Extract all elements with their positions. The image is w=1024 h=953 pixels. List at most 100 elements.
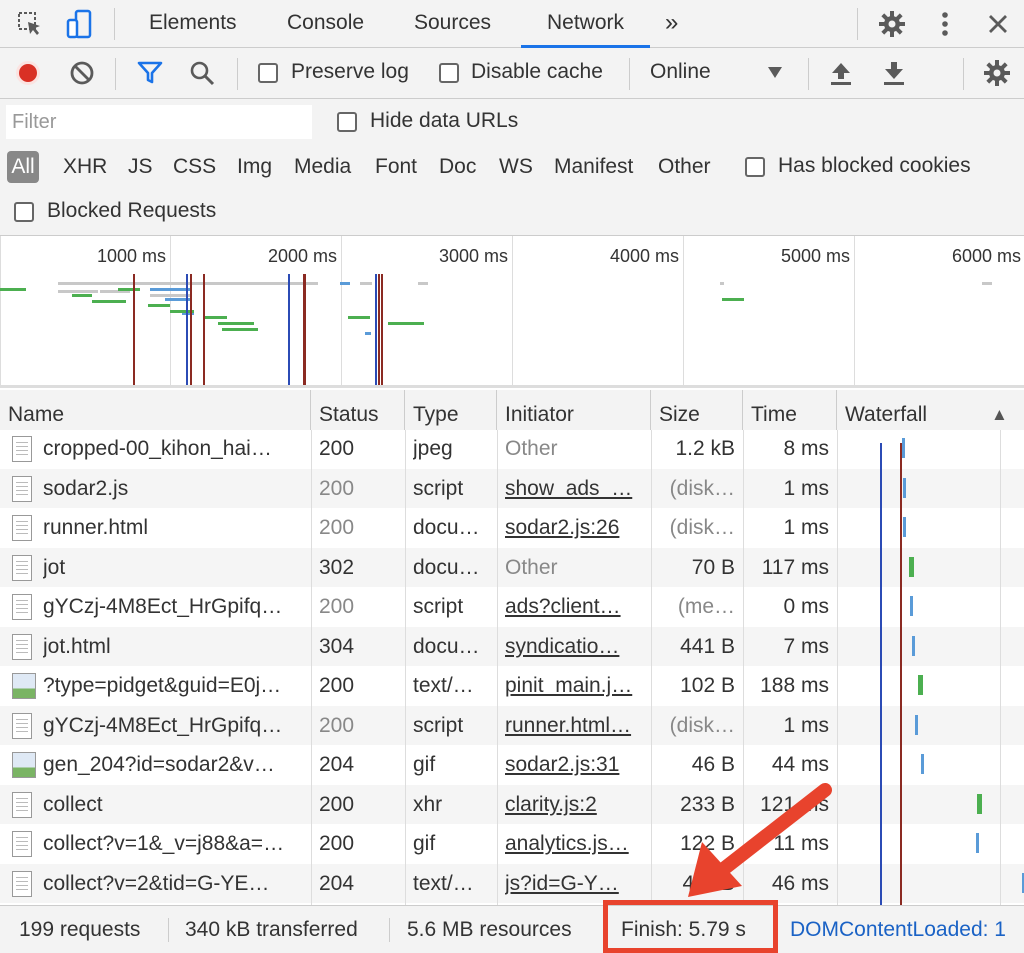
preserve-log-label: Preserve log: [291, 60, 409, 83]
cell-initiator[interactable]: ads?client…: [505, 587, 645, 627]
cell-initiator[interactable]: syndicatio…: [505, 627, 645, 667]
type-filter-css[interactable]: CSS: [173, 151, 216, 183]
cell-initiator[interactable]: sodar2.js:26: [505, 508, 645, 548]
cell-initiator[interactable]: pinit_main.j…: [505, 666, 645, 706]
filter-funnel-icon[interactable]: [132, 55, 168, 91]
more-tabs-button[interactable]: »: [665, 0, 678, 48]
disable-cache-checkbox[interactable]: [439, 63, 459, 83]
throttle-select[interactable]: Online: [650, 48, 790, 98]
cell-size: 4… B: [682, 871, 735, 895]
table-row[interactable]: ?type=pidget&guid=E0j… 200 text/… pinit_mai…: [0, 666, 1024, 706]
cell-status: 200: [319, 595, 355, 618]
waterfall-bar: [909, 556, 914, 577]
overview-bars: [0, 274, 992, 385]
cell-name: collect?v=1&_v=j88&a=…: [43, 832, 285, 855]
table-row[interactable]: runner.html 200 docu… sodar2.js:26 (disk… 1 m…: [0, 508, 1024, 548]
type-filter-media[interactable]: Media: [294, 151, 351, 183]
blocked-requests-checkbox[interactable]: [14, 202, 34, 222]
filter-input[interactable]: [6, 105, 312, 139]
cell-size: 46 B: [691, 753, 735, 776]
cell-initiator[interactable]: js?id=G-Y…: [505, 864, 645, 904]
cell-initiator[interactable]: analytics.js…: [505, 824, 645, 864]
import-har-icon[interactable]: [823, 55, 859, 91]
cell-name: sodar2.js: [43, 476, 129, 500]
device-toolbar-icon[interactable]: [62, 6, 98, 42]
cell-status: 204: [319, 753, 355, 776]
table-row[interactable]: collect?v=2&tid=G-YE… 204 text/… js?id=G-Y……: [0, 863, 1024, 904]
cell-initiator[interactable]: sodar2.js:31: [505, 745, 645, 785]
cell-time: 1 ms: [783, 713, 829, 737]
waterfall-bar: [921, 754, 924, 774]
table-row[interactable]: sodar2.js 200 script show_ads_… (disk… 1 ms: [0, 468, 1024, 509]
type-filter-all[interactable]: All: [7, 151, 39, 183]
table-row[interactable]: gYCzj-4M8Ect_HrGpifq… 200 script ads?client…: [0, 587, 1024, 627]
waterfall-domcontentloaded-line: [880, 443, 882, 905]
document-file-icon: [12, 831, 32, 857]
cell-type: text/…: [413, 674, 474, 697]
type-filter-font[interactable]: Font: [375, 151, 417, 183]
transferred-size: 340 kB transferred: [185, 918, 358, 941]
cell-initiator[interactable]: show_ads_…: [505, 469, 645, 509]
inspect-element-icon[interactable]: [12, 6, 48, 42]
table-row[interactable]: collect 200 xhr clarity.js:2 233 B 121 ms: [0, 784, 1024, 825]
has-blocked-cookies-label: Has blocked cookies: [778, 154, 971, 177]
preserve-log-checkbox[interactable]: [258, 63, 278, 83]
cell-size: 1.2 kB: [675, 437, 735, 460]
tab-network[interactable]: Network: [521, 0, 650, 48]
close-icon[interactable]: [980, 6, 1016, 42]
settings-gear-icon[interactable]: [874, 6, 910, 42]
cell-type: script: [413, 713, 464, 737]
domcontentloaded-time: DOMContentLoaded: 1: [790, 918, 1006, 941]
cell-size: 102 B: [680, 674, 735, 697]
network-settings-gear-icon[interactable]: [979, 55, 1015, 91]
has-blocked-cookies-checkbox[interactable]: [745, 157, 765, 177]
tab-elements[interactable]: Elements: [149, 0, 237, 48]
type-filter-js[interactable]: JS: [128, 151, 153, 183]
cell-name: gYCzj-4M8Ect_HrGpifq…: [43, 713, 283, 737]
document-file-icon: [12, 515, 32, 541]
type-filter-doc[interactable]: Doc: [439, 151, 476, 183]
type-filter-manifest[interactable]: Manifest: [554, 151, 633, 183]
table-row[interactable]: jot.html 304 docu… syndicatio… 441 B 7 ms: [0, 626, 1024, 667]
hide-data-urls-checkbox[interactable]: [337, 112, 357, 132]
column-header-waterfall-label: Waterfall: [845, 403, 928, 426]
document-file-icon: [12, 475, 32, 502]
clear-icon[interactable]: [64, 55, 100, 91]
cell-type: docu…: [413, 516, 480, 539]
type-filter-other[interactable]: Other: [658, 151, 711, 183]
tab-console[interactable]: Console: [287, 0, 364, 48]
cell-status: 204: [319, 871, 355, 895]
cell-time: 1 ms: [783, 516, 829, 539]
cell-initiator[interactable]: runner.html…: [505, 706, 645, 746]
cell-initiator[interactable]: clarity.js:2: [505, 785, 645, 825]
cell-name: cropped-00_kihon_hai…: [43, 437, 272, 460]
cell-name: gYCzj-4M8Ect_HrGpifq…: [43, 595, 283, 618]
document-file-icon: [12, 554, 32, 581]
waterfall-bar: [903, 517, 906, 537]
kebab-menu-icon[interactable]: [927, 6, 963, 42]
cell-size: 441 B: [680, 634, 735, 658]
table-row[interactable]: collect?v=1&_v=j88&a=… 200 gif analytics.js…: [0, 824, 1024, 864]
finish-highlight-box: [603, 900, 778, 953]
table-row[interactable]: cropped-00_kihon_hai… 200 jpeg Other 1.2 kB 8…: [0, 430, 1024, 469]
search-icon[interactable]: [184, 55, 220, 91]
table-row[interactable]: gen_204?id=sodar2&v… 204 gif sodar2.js:31 46…: [0, 745, 1024, 785]
cell-status: 200: [319, 713, 355, 737]
waterfall-bar: [918, 675, 923, 695]
cell-time: 0 ms: [783, 595, 829, 618]
tab-sources[interactable]: Sources: [414, 0, 491, 48]
type-filter-ws[interactable]: WS: [499, 151, 533, 183]
export-har-icon[interactable]: [876, 55, 912, 91]
document-file-icon: [12, 436, 32, 462]
cell-status: 304: [319, 634, 355, 658]
waterfall-bar: [910, 596, 913, 616]
network-overview-timeline[interactable]: 1000 ms 2000 ms 3000 ms 4000 ms 5000 ms …: [0, 236, 1024, 388]
cell-type: xhr: [413, 792, 443, 816]
waterfall-bar: [977, 793, 982, 814]
record-icon[interactable]: [10, 55, 46, 91]
type-filter-img[interactable]: Img: [237, 151, 272, 183]
table-row[interactable]: gYCzj-4M8Ect_HrGpifq… 200 script runner.htm…: [0, 705, 1024, 746]
table-row[interactable]: jot 302 docu… Other 70 B 117 ms: [0, 547, 1024, 587]
type-filter-xhr[interactable]: XHR: [63, 151, 107, 183]
document-file-icon: [12, 633, 32, 660]
